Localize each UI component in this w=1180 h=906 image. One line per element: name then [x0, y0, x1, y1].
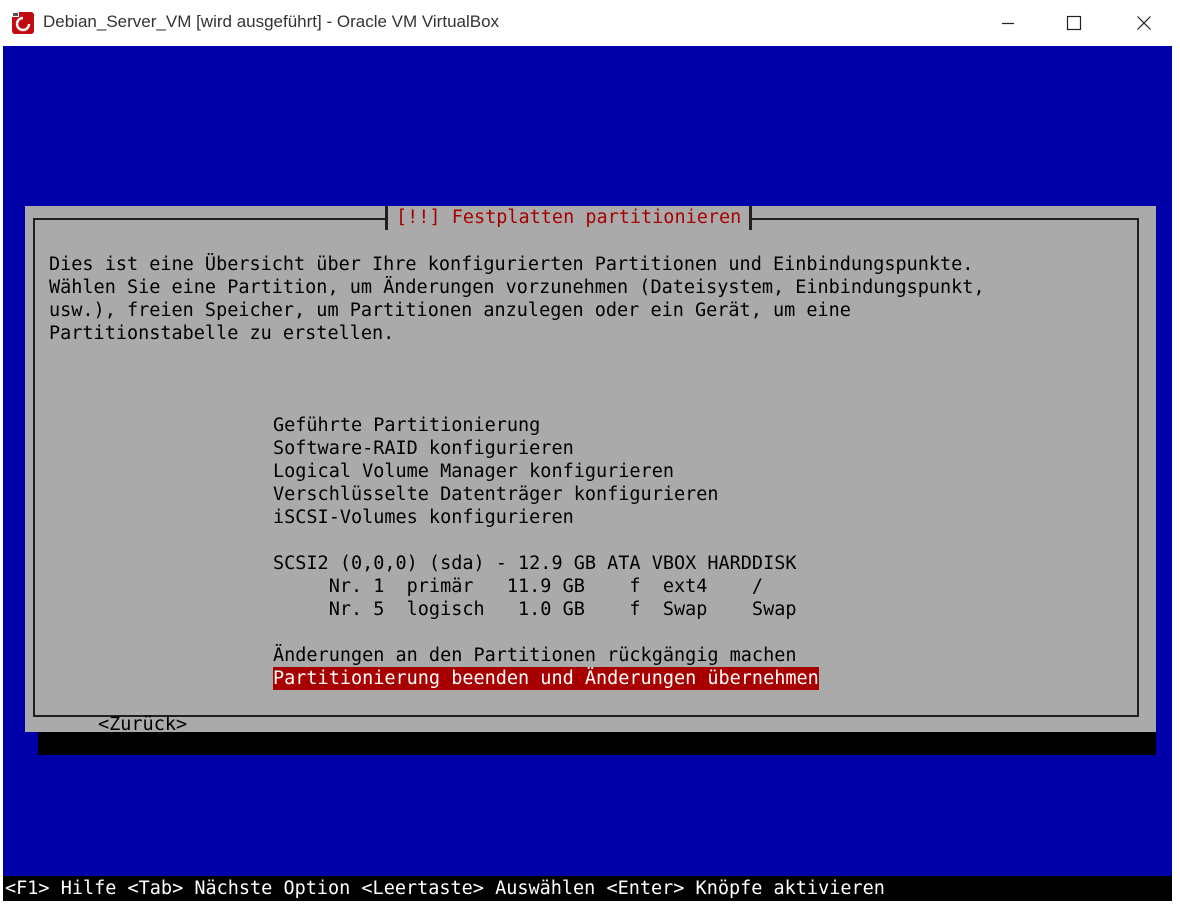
maximize-icon: [1066, 15, 1082, 31]
finish-partitioning-option[interactable]: Partitionierung beenden und Änderungen ü…: [273, 667, 819, 690]
minimize-button[interactable]: [982, 0, 1034, 46]
menu-item-lvm[interactable]: Logical Volume Manager konfigurieren: [273, 460, 674, 483]
description-line: Partitionstabelle zu erstellen.: [49, 323, 395, 344]
menu-item-guided[interactable]: Geführte Partitionierung: [273, 414, 540, 437]
undo-changes-option[interactable]: Änderungen an den Partitionen rückgängig…: [273, 644, 796, 667]
partition-dialog: [!!] Festplatten partitionieren Dies ist…: [25, 206, 1156, 735]
virtualbox-window: Debian_Server_VM [wird ausgeführt] - Ora…: [0, 0, 1180, 906]
description-line: Wählen Sie eine Partition, um Änderungen…: [49, 277, 985, 298]
dialog-title: [!!] Festplatten partitionieren: [385, 206, 753, 230]
menu-item-raid[interactable]: Software-RAID konfigurieren: [273, 437, 574, 460]
dialog-description: Dies ist eine Übersicht über Ihre konfig…: [49, 253, 985, 345]
maximize-button[interactable]: [1048, 0, 1100, 46]
title-bar[interactable]: Debian_Server_VM [wird ausgeführt] - Ora…: [0, 0, 1180, 46]
menu-item-encrypted[interactable]: Verschlüsselte Datenträger konfigurieren: [273, 483, 719, 506]
close-icon: [1137, 16, 1151, 30]
close-button[interactable]: [1118, 0, 1170, 46]
description-line: Dies ist eine Übersicht über Ihre konfig…: [49, 254, 974, 275]
back-button[interactable]: <Zurück>: [98, 713, 187, 736]
menu-item-iscsi[interactable]: iSCSI-Volumes konfigurieren: [273, 506, 574, 529]
disk-entry[interactable]: SCSI2 (0,0,0) (sda) - 12.9 GB ATA VBOX H…: [273, 552, 796, 575]
partition-row[interactable]: Nr. 5 logisch 1.0 GB f Swap Swap: [273, 598, 797, 621]
partition-row[interactable]: Nr. 1 primär 11.9 GB f ext4 /: [273, 575, 763, 598]
status-bar-text: <F1> Hilfe <Tab> Nächste Option <Leertas…: [5, 878, 885, 899]
vm-screen[interactable]: [!!] Festplatten partitionieren Dies ist…: [3, 46, 1172, 901]
window-title: Debian_Server_VM [wird ausgeführt] - Ora…: [43, 12, 500, 31]
virtualbox-icon: [12, 12, 34, 34]
status-bar: <F1> Hilfe <Tab> Nächste Option <Leertas…: [3, 876, 1172, 901]
description-line: usw.), freien Speicher, um Partitionen a…: [49, 300, 851, 321]
minimize-icon: [1002, 22, 1014, 25]
